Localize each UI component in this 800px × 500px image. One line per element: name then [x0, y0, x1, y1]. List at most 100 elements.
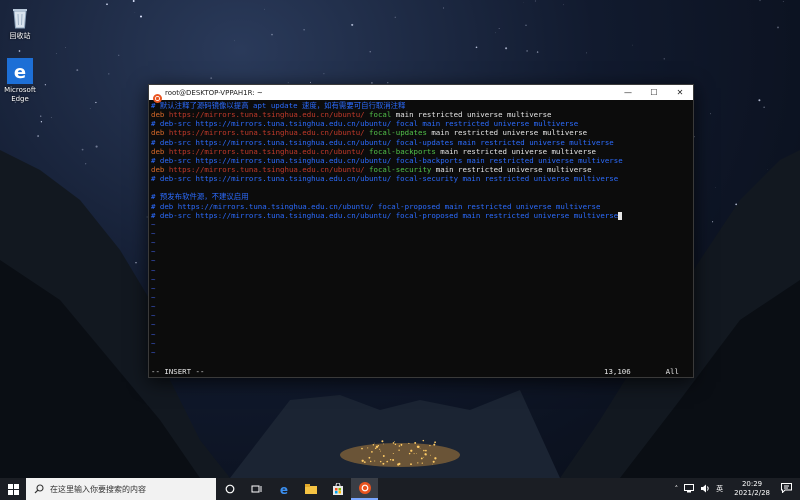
- terminal-text: https://mirrors.tuna.tsinghua.edu.cn/ubu…: [168, 164, 370, 174]
- empty-buffer-line-tilde: ~: [151, 320, 156, 330]
- terminal-line: # 默认注释了源码镜像以提高 apt update 速度，如有需要可自行取消注释: [149, 101, 693, 110]
- terminal-line: # deb-src https://mirrors.tuna.tsinghua.…: [149, 211, 693, 220]
- network-icon[interactable]: [684, 483, 695, 495]
- empty-buffer-line-tilde: ~: [151, 347, 156, 357]
- terminal-text: # deb https://mirrors.tuna.tsinghua.edu.…: [151, 201, 601, 211]
- terminal-text: # deb-src https://mirrors.tuna.tsinghua.…: [151, 155, 623, 165]
- terminal-line: deb https://mirrors.tuna.tsinghua.edu.cn…: [149, 110, 693, 119]
- recycle-bin-icon: [7, 4, 33, 30]
- ubuntu-icon: [153, 88, 162, 103]
- svg-text:e: e: [14, 62, 26, 83]
- taskbar-ubuntu[interactable]: [351, 478, 378, 500]
- terminal-text: focal-updates: [369, 128, 427, 138]
- windows-icon: [7, 483, 19, 495]
- close-button[interactable]: ✕: [667, 85, 693, 100]
- terminal-text: # deb-src https://mirrors.tuna.tsinghua.…: [151, 137, 614, 147]
- task-view-button[interactable]: [243, 478, 270, 500]
- store-icon: [332, 483, 343, 495]
- file-explorer-icon: [304, 484, 317, 494]
- minimize-button[interactable]: —: [615, 85, 641, 100]
- terminal-line: # deb https://mirrors.tuna.tsinghua.edu.…: [149, 202, 693, 211]
- empty-buffer-line-tilde: ~: [151, 274, 156, 284]
- terminal-line: deb https://mirrors.tuna.tsinghua.edu.cn…: [149, 147, 693, 156]
- empty-buffer-line-tilde: ~: [151, 311, 156, 321]
- terminal-text: # deb-src https://mirrors.tuna.tsinghua.…: [151, 174, 619, 184]
- terminal-text: deb: [151, 146, 169, 156]
- start-button[interactable]: [0, 478, 26, 500]
- terminal-text: # deb-src https://mirrors.tuna.tsinghua.…: [151, 119, 579, 129]
- show-hidden-icons-chevron-up-icon[interactable]: ˄: [675, 485, 679, 493]
- taskbar-store[interactable]: [324, 478, 351, 500]
- taskbar-file-explorer[interactable]: [297, 478, 324, 500]
- taskbar-clock[interactable]: 20:29 2021/2/28: [734, 480, 770, 498]
- desktop-icon-label: 回收站: [9, 32, 31, 40]
- desktop-icon-edge[interactable]: e Microsoft Edge: [0, 58, 45, 104]
- empty-buffer-line-tilde: ~: [151, 265, 156, 275]
- cortana-button[interactable]: [216, 478, 243, 500]
- desktop-icon-label-line2: Edge: [11, 95, 29, 103]
- search-icon: [34, 484, 44, 494]
- task-view-icon: [251, 485, 261, 493]
- empty-buffer-line-tilde: ~: [151, 302, 156, 312]
- terminal-line: deb https://mirrors.tuna.tsinghua.edu.cn…: [149, 165, 693, 174]
- input-language-indicator[interactable]: 英: [716, 484, 723, 494]
- empty-buffer-line-tilde: ~: [151, 238, 156, 248]
- window-titlebar[interactable]: root@DESKTOP-VPPAH1R: ~ — ☐ ✕: [149, 85, 693, 103]
- taskbar-edge[interactable]: e: [270, 478, 297, 500]
- terminal-text: deb: [151, 128, 169, 138]
- terminal-text: focal-security: [369, 164, 432, 174]
- edge-icon: e: [7, 58, 33, 84]
- terminal-line: # 预发布软件源，不建议启用: [149, 192, 693, 201]
- terminal-text: # 预发布软件源，不建议启用: [151, 192, 249, 202]
- terminal-text: main restricted universe multiverse: [435, 146, 596, 156]
- terminal-text: https://mirrors.tuna.tsinghua.edu.cn/ubu…: [168, 146, 370, 156]
- terminal-text: focal: [369, 110, 392, 120]
- terminal-content[interactable]: # 默认注释了源码镜像以提高 apt update 速度，如有需要可自行取消注释…: [149, 101, 693, 377]
- taskbar-search-box[interactable]: 在这里输入你要搜索的内容: [26, 478, 216, 500]
- terminal-line: # deb-src https://mirrors.tuna.tsinghua.…: [149, 138, 693, 147]
- empty-buffer-line-tilde: ~: [151, 228, 156, 238]
- terminal-text: https://mirrors.tuna.tsinghua.edu.cn/ubu…: [168, 110, 370, 120]
- terminal-text: # deb-src https://mirrors.tuna.tsinghua.…: [151, 210, 619, 220]
- terminal-window[interactable]: root@DESKTOP-VPPAH1R: ~ — ☐ ✕ # 默认注释了源码镜…: [148, 84, 694, 378]
- svg-text:e: e: [279, 483, 287, 495]
- desktop-icon-label-line1: Microsoft: [4, 86, 36, 94]
- ubuntu-icon: [358, 482, 371, 494]
- terminal-text: deb: [151, 164, 169, 174]
- window-title: root@DESKTOP-VPPAH1R: ~: [165, 88, 263, 97]
- notification-center-icon[interactable]: [781, 483, 792, 495]
- terminal-text: focal-backports: [369, 146, 436, 156]
- maximize-button[interactable]: ☐: [641, 85, 667, 100]
- terminal-text: main restricted universe multiverse: [391, 110, 552, 120]
- terminal-text: deb: [151, 110, 169, 120]
- taskbar: 在这里输入你要搜索的内容 e ˄ 英 20:29 2021/2/28: [0, 478, 800, 500]
- terminal-text: main restricted universe multiverse: [431, 164, 592, 174]
- terminal-line: # deb-src https://mirrors.tuna.tsinghua.…: [149, 174, 693, 183]
- empty-buffer-line-tilde: ~: [151, 283, 156, 293]
- volume-icon[interactable]: [700, 484, 710, 495]
- search-placeholder: 在这里输入你要搜索的内容: [50, 484, 146, 494]
- empty-buffer-line-tilde: ~: [151, 338, 156, 348]
- desktop-icon-recycle-bin[interactable]: 回收站: [0, 4, 45, 41]
- empty-buffer-line-tilde: ~: [151, 256, 156, 266]
- terminal-text: main restricted universe multiverse: [426, 128, 588, 138]
- clock-time: 20:29: [741, 480, 763, 488]
- empty-buffer-line-tilde: ~: [151, 292, 156, 302]
- vim-status-line: -- INSERT -- 13,106 All: [149, 367, 693, 377]
- terminal-text: https://mirrors.tuna.tsinghua.edu.cn/ubu…: [168, 128, 370, 138]
- terminal-line: # deb-src https://mirrors.tuna.tsinghua.…: [149, 156, 693, 165]
- terminal-line: # deb-src https://mirrors.tuna.tsinghua.…: [149, 119, 693, 128]
- empty-buffer-line-tilde: ~: [151, 247, 156, 257]
- empty-buffer-line-tilde: ~: [151, 219, 156, 229]
- cursor-position: 13,106: [604, 367, 631, 376]
- cortana-icon: [225, 484, 234, 494]
- empty-buffer-line-tilde: ~: [151, 329, 156, 339]
- system-tray: ˄ 英 20:29 2021/2/28: [672, 478, 800, 500]
- terminal-line: deb https://mirrors.tuna.tsinghua.edu.cn…: [149, 128, 693, 137]
- edge-icon: e: [279, 483, 287, 495]
- clock-date: 2021/2/28: [734, 489, 770, 497]
- terminal-text: # 默认注释了源码镜像以提高 apt update 速度，如有需要可自行取消注释: [151, 101, 406, 110]
- text-cursor: [618, 211, 623, 220]
- vim-mode-indicator: -- INSERT --: [151, 367, 205, 376]
